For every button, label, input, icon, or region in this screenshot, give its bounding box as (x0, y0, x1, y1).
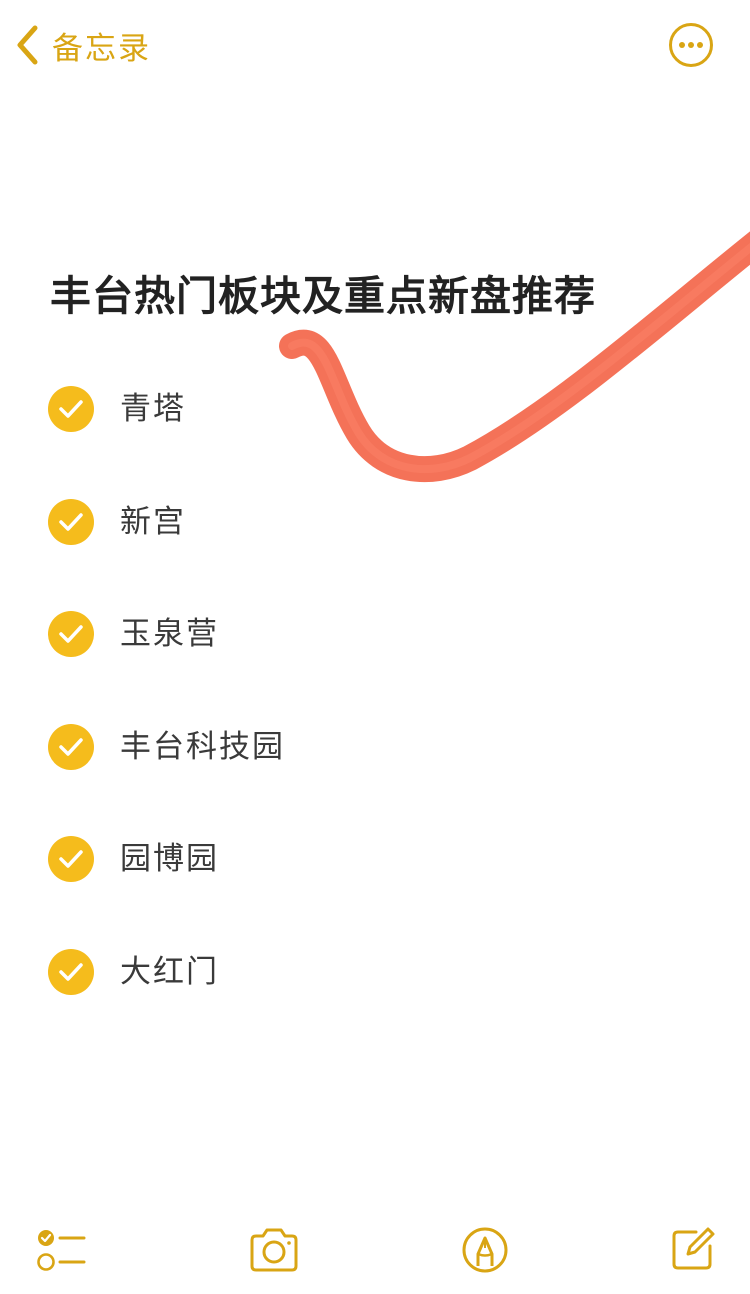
list-item-label[interactable]: 大红门 (120, 949, 219, 995)
markup-pen-icon (461, 1226, 509, 1274)
compose-button[interactable] (670, 1226, 716, 1272)
checklist-icon (36, 1228, 86, 1274)
checkmark-circle-icon[interactable] (48, 611, 94, 658)
note-title[interactable]: 丰台热门板块及重点新盘推荐 (50, 262, 710, 322)
compose-icon (670, 1226, 716, 1272)
checkmark-circle-icon[interactable] (48, 723, 94, 770)
checklist-button[interactable] (36, 1228, 86, 1274)
camera-button[interactable] (247, 1228, 301, 1272)
back-label: 备忘录 (52, 30, 151, 67)
list-item-label[interactable]: 丰台科技园 (120, 724, 285, 770)
ellipsis-circle-icon (668, 23, 714, 72)
list-item: 丰台科技园 (48, 723, 285, 837)
navigation-bar: 备忘录 (0, 0, 750, 90)
list-item: 大红门 (48, 948, 285, 1062)
list-item-label[interactable]: 玉泉营 (120, 611, 219, 657)
checklist: 青塔 新宫 玉泉营 丰台科技园 园博园 大红门 (48, 386, 285, 1062)
chevron-left-icon (14, 24, 40, 66)
camera-icon (247, 1228, 301, 1272)
list-item-label[interactable]: 青塔 (120, 386, 186, 432)
list-item: 玉泉营 (48, 611, 285, 724)
checkmark-circle-icon[interactable] (48, 386, 94, 432)
checkmark-circle-icon[interactable] (48, 498, 94, 545)
bottom-toolbar (0, 1210, 750, 1294)
list-item-label[interactable]: 新宫 (120, 499, 186, 545)
checkmark-circle-icon[interactable] (48, 948, 94, 995)
list-item-label[interactable]: 园博园 (120, 836, 219, 882)
list-item: 园博园 (48, 836, 285, 949)
back-button[interactable]: 备忘录 (14, 20, 151, 70)
checkmark-circle-icon[interactable] (48, 836, 94, 883)
markup-button[interactable] (461, 1226, 509, 1274)
list-item: 青塔 (48, 386, 285, 499)
list-item: 新宫 (48, 498, 285, 612)
more-button[interactable] (668, 22, 714, 68)
